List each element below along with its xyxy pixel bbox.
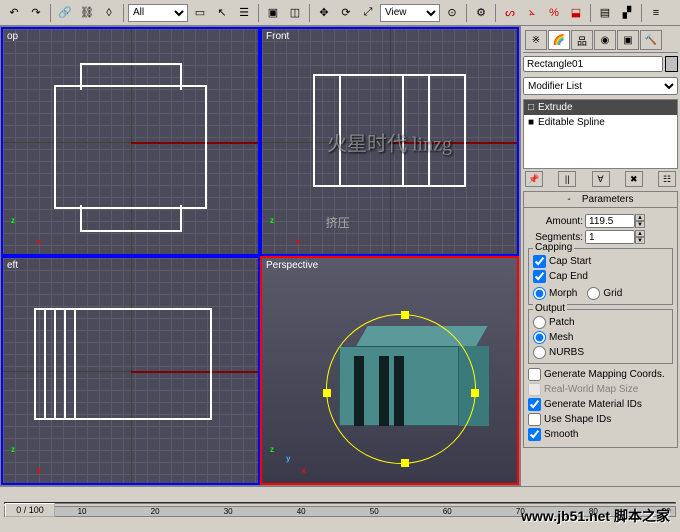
viewport-label: op [7, 31, 18, 42]
real-world-checkbox [528, 383, 541, 396]
cap-start-checkbox[interactable] [533, 255, 546, 268]
expand-icon[interactable]: □ [528, 102, 534, 113]
modifier-stack[interactable]: □ Extrude ■ Editable Spline [523, 99, 678, 169]
amount-label: Amount: [528, 216, 583, 227]
capping-group: Capping Cap Start Cap End Morph Grid [528, 248, 673, 305]
bind-icon[interactable]: ◊ [99, 3, 119, 23]
time-ruler[interactable]: 0 10 20 30 40 50 60 70 80 90 [4, 506, 676, 517]
link-icon[interactable]: 🔗 [55, 3, 75, 23]
smooth-checkbox[interactable] [528, 428, 541, 441]
modifier-item[interactable]: ■ Editable Spline [524, 115, 677, 130]
segments-field[interactable] [585, 230, 635, 244]
ref-coord-system[interactable]: View [380, 4, 440, 22]
utilities-tab-icon[interactable]: 🔨 [640, 30, 662, 50]
undo-icon[interactable]: ↶ [4, 3, 24, 23]
modifier-stack-toolbar: 📌 || ∀ ✖ ☷ [523, 171, 678, 187]
annotation-text: 挤压 [326, 214, 350, 231]
viewport-label: eft [7, 260, 18, 271]
viewport-left[interactable]: eft zx [1, 256, 260, 485]
cursor-icon[interactable]: ↖ [212, 3, 232, 23]
mirror-icon[interactable]: ▞ [617, 3, 637, 23]
angle-snap-icon[interactable]: ⦛ [522, 3, 542, 23]
create-tab-icon[interactable]: ※ [525, 30, 547, 50]
gen-mapping-checkbox[interactable] [528, 368, 541, 381]
expand-icon[interactable]: ■ [528, 117, 534, 128]
axis-gizmo-icon: zx [270, 216, 300, 246]
manipulate-icon[interactable]: ⚙ [471, 3, 491, 23]
time-slider[interactable]: 0 / 100 [4, 502, 676, 504]
cap-end-checkbox[interactable] [533, 270, 546, 283]
snap-icon[interactable]: ᔕ [500, 3, 520, 23]
named-sel-icon[interactable]: ▤ [595, 3, 615, 23]
pivot-icon[interactable]: ⊙ [442, 3, 462, 23]
viewport-label: Front [266, 31, 289, 42]
region-rect-icon[interactable]: ▣ [263, 3, 283, 23]
main-toolbar: ↶ ↷ 🔗 ⛓ ◊ All ▭ ↖ ☰ ▣ ◫ ✥ ⟳ ⤢ View ⊙ ⚙ ᔕ… [0, 0, 680, 26]
modifier-list-dropdown[interactable]: Modifier List [523, 77, 678, 95]
display-tab-icon[interactable]: ▣ [617, 30, 639, 50]
show-end-result-icon[interactable]: || [558, 171, 576, 187]
amount-field[interactable] [585, 214, 635, 228]
grid-radio[interactable] [587, 287, 600, 300]
select-name-icon[interactable]: ☰ [234, 3, 254, 23]
spinner-up-icon[interactable]: ▲ [635, 214, 645, 221]
command-panel: ※ 🌈 品 ◉ ▣ 🔨 Modifier List □ Extrude ■ Ed… [520, 26, 680, 486]
rotate-icon[interactable]: ⟳ [336, 3, 356, 23]
pin-stack-icon[interactable]: 📌 [525, 171, 543, 187]
segments-label: Segments: [528, 232, 583, 243]
spinner-down-icon[interactable]: ▼ [635, 237, 645, 244]
select-icon[interactable]: ▭ [190, 3, 210, 23]
timeline-area: 0 / 100 0 10 20 30 40 50 60 70 80 90 [0, 486, 680, 532]
command-panel-tabs: ※ 🌈 品 ◉ ▣ 🔨 [523, 28, 678, 53]
spinner-up-icon[interactable]: ▲ [635, 230, 645, 237]
viewport-perspective[interactable]: Perspective zxy [260, 256, 519, 485]
object-color-swatch[interactable] [665, 56, 678, 72]
selection-filter[interactable]: All [128, 4, 188, 22]
viewport-label: Perspective [266, 260, 318, 271]
patch-radio[interactable] [533, 316, 546, 329]
axis-gizmo-icon: zx [11, 216, 41, 246]
nurbs-radio[interactable] [533, 346, 546, 359]
make-unique-icon[interactable]: ∀ [592, 171, 610, 187]
viewport-front[interactable]: Front 火星时代 linzg 挤压 zx [260, 27, 519, 256]
time-slider-thumb[interactable]: 0 / 100 [5, 503, 55, 517]
axis-gizmo-icon: zxy [270, 445, 300, 475]
hierarchy-tab-icon[interactable]: 品 [571, 30, 593, 50]
modify-tab-icon[interactable]: 🌈 [548, 30, 570, 50]
configure-sets-icon[interactable]: ☷ [658, 171, 676, 187]
unlink-icon[interactable]: ⛓ [77, 3, 97, 23]
morph-radio[interactable] [533, 287, 546, 300]
viewport-top[interactable]: op zx [1, 27, 260, 256]
spinner-down-icon[interactable]: ▼ [635, 221, 645, 228]
move-icon[interactable]: ✥ [314, 3, 334, 23]
rotation-gizmo-icon[interactable] [326, 314, 476, 464]
modifier-item[interactable]: □ Extrude [524, 100, 677, 115]
redo-icon[interactable]: ↷ [26, 3, 46, 23]
remove-modifier-icon[interactable]: ✖ [625, 171, 643, 187]
spinner-snap-icon[interactable]: ⬓ [566, 3, 586, 23]
percent-snap-icon[interactable]: % [544, 3, 564, 23]
mesh-radio[interactable] [533, 331, 546, 344]
output-group: Output Patch Mesh NURBS [528, 309, 673, 364]
window-crossing-icon[interactable]: ◫ [285, 3, 305, 23]
scale-icon[interactable]: ⤢ [358, 3, 378, 23]
rollout-header[interactable]: - Parameters [523, 191, 678, 208]
parameters-rollout: Amount: ▲▼ Segments: ▲▼ Capping Cap Star… [523, 208, 678, 448]
align-icon[interactable]: ≡ [646, 3, 666, 23]
motion-tab-icon[interactable]: ◉ [594, 30, 616, 50]
gen-material-checkbox[interactable] [528, 398, 541, 411]
viewport-grid: op zx Front 火星时代 linzg 挤压 zx eft [0, 26, 520, 486]
object-name-field[interactable] [523, 56, 663, 72]
axis-gizmo-icon: zx [11, 445, 41, 475]
use-shape-ids-checkbox[interactable] [528, 413, 541, 426]
